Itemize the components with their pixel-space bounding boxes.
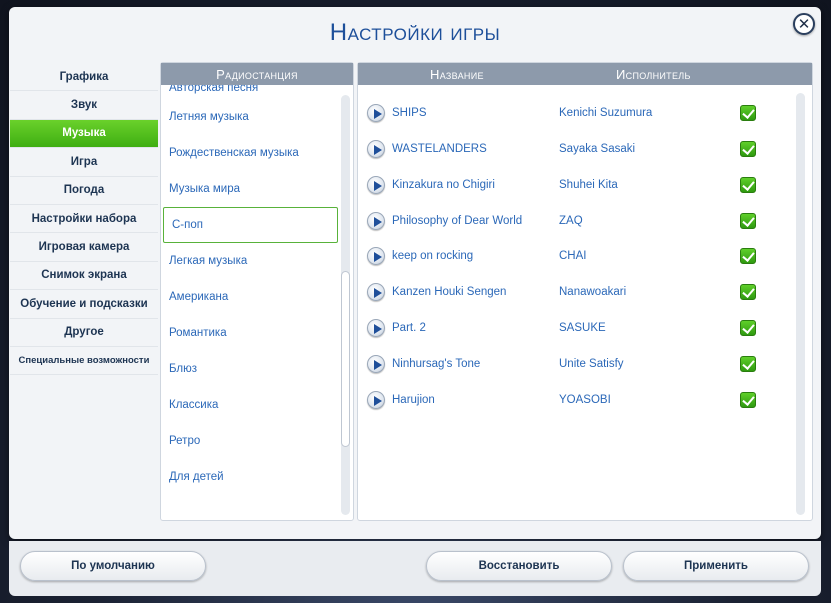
station-column-header: Радиостанция (161, 63, 353, 85)
play-icon[interactable] (367, 355, 385, 373)
checkbox-checked-icon[interactable] (740, 141, 756, 157)
song-row: Ninhursag's Tone Unite Satisfy (358, 352, 792, 376)
checkbox-checked-icon[interactable] (740, 248, 756, 264)
dialog-footer: По умолчанию Восстановить Применить (9, 541, 821, 596)
songs-header-bar (358, 63, 812, 85)
sidebar-item-graphics[interactable]: Графика (10, 63, 158, 92)
play-icon[interactable] (367, 212, 385, 230)
checkbox-checked-icon[interactable] (740, 213, 756, 229)
sidebar-item-music[interactable]: Музыка (10, 119, 158, 149)
station-item[interactable]: Американа (161, 279, 339, 315)
station-item[interactable]: Классика (161, 387, 339, 423)
settings-sidebar: Графика Звук Музыка Игра Погода Настройк… (10, 63, 158, 376)
song-artist: Nanawoakari (559, 286, 627, 298)
play-icon[interactable] (367, 176, 385, 194)
song-artist: Unite Satisfy (559, 358, 624, 370)
sidebar-item-camera[interactable]: Игровая камера (10, 233, 158, 262)
song-artist: Shuhei Kita (559, 179, 618, 191)
song-name: Part. 2 (392, 322, 426, 334)
song-row: Harujion YOASOBI (358, 388, 792, 412)
song-artist: CHAI (559, 250, 587, 262)
station-item[interactable]: Романтика (161, 315, 339, 351)
song-artist: SASUKE (559, 322, 606, 334)
song-row: WASTELANDERS Sayaka Sasaki (358, 137, 792, 161)
song-row: Kinzakura no Chigiri Shuhei Kita (358, 173, 792, 197)
checkbox-checked-icon[interactable] (740, 320, 756, 336)
station-item[interactable]: Рождественская музыка (161, 135, 339, 171)
checkbox-checked-icon[interactable] (740, 105, 756, 121)
song-name: Ninhursag's Tone (392, 358, 481, 370)
station-item[interactable]: Для детей (161, 459, 339, 495)
close-button[interactable]: ✕ (793, 13, 815, 35)
song-name: Kanzen Houki Sengen (392, 286, 507, 298)
sidebar-item-build-settings[interactable]: Настройки набора (10, 204, 158, 234)
song-name: SHIPS (392, 107, 427, 119)
song-row: Part. 2 SASUKE (358, 316, 792, 340)
song-name: Philosophy of Dear World (392, 215, 523, 227)
sidebar-item-game[interactable]: Игра (10, 148, 158, 177)
dialog-title: Настройки игры (329, 19, 501, 46)
station-scroll-thumb[interactable] (341, 271, 350, 447)
song-row: Kanzen Houki Sengen Nanawoakari (358, 280, 792, 304)
song-artist-column-header: Исполнитель (616, 66, 691, 82)
play-icon[interactable] (367, 319, 385, 337)
song-name: WASTELANDERS (392, 143, 487, 155)
sidebar-item-other[interactable]: Другое (10, 318, 158, 347)
close-icon: ✕ (797, 15, 811, 33)
song-name: Harujion (392, 394, 435, 406)
song-artist: Kenichi Suzumura (559, 107, 653, 119)
station-item[interactable]: Авторская песня (161, 85, 339, 99)
song-artist: ZAQ (559, 215, 583, 227)
song-name: Kinzakura no Chigiri (392, 179, 495, 191)
settings-dialog: Настройки игры ✕ Графика Звук Музыка Игр… (9, 7, 821, 539)
song-name: keep on rocking (392, 250, 474, 262)
restore-button[interactable]: Восстановить (426, 551, 612, 581)
song-artist: YOASOBI (559, 394, 611, 406)
song-artist: Sayaka Sasaki (559, 143, 636, 155)
play-icon[interactable] (367, 247, 385, 265)
checkbox-checked-icon[interactable] (740, 177, 756, 193)
station-item[interactable]: Блюз (161, 351, 339, 387)
song-name-column-header: Название (430, 66, 484, 82)
default-button[interactable]: По умолчанию (20, 551, 206, 581)
sidebar-item-accessibility[interactable]: Специальные возможности (10, 346, 158, 376)
station-list: Авторская песня Летняя музыка Рождествен… (161, 85, 339, 520)
checkbox-checked-icon[interactable] (740, 284, 756, 300)
songs-scrollbar[interactable] (796, 93, 805, 515)
station-item[interactable]: Ретро (161, 423, 339, 459)
sidebar-item-screenshot[interactable]: Снимок экрана (10, 261, 158, 291)
song-row: Philosophy of Dear World ZAQ (358, 209, 792, 233)
station-item-selected[interactable]: C-поп (163, 207, 338, 243)
station-item[interactable]: Легкая музыка (161, 243, 339, 279)
songs-panel: Название Исполнитель SHIPS Kenichi Suzum… (357, 62, 813, 521)
play-icon[interactable] (367, 104, 385, 122)
play-icon[interactable] (367, 283, 385, 301)
checkbox-checked-icon[interactable] (740, 356, 756, 372)
sidebar-item-weather[interactable]: Погода (10, 176, 158, 205)
song-row: keep on rocking CHAI (358, 244, 792, 268)
station-item[interactable]: Музыка мира (161, 171, 339, 207)
play-icon[interactable] (367, 140, 385, 158)
sidebar-item-tutorial[interactable]: Обучение и подсказки (10, 290, 158, 319)
checkbox-checked-icon[interactable] (740, 392, 756, 408)
sidebar-item-sound[interactable]: Звук (10, 91, 158, 120)
station-panel: Радиостанция Авторская песня Летняя музы… (160, 62, 354, 521)
song-row: SHIPS Kenichi Suzumura (358, 101, 792, 125)
station-scrollbar[interactable] (341, 95, 350, 515)
play-icon[interactable] (367, 391, 385, 409)
station-item[interactable]: Летняя музыка (161, 99, 339, 135)
apply-button[interactable]: Применить (623, 551, 809, 581)
